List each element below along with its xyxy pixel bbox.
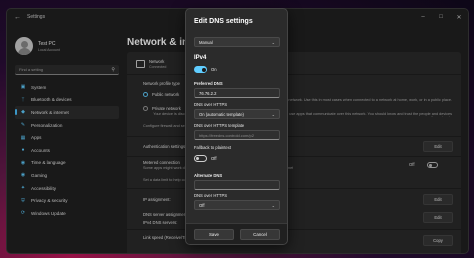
doh-value: On (automatic template)	[199, 111, 244, 117]
fallback-label: Fallback to plaintext	[194, 145, 232, 150]
save-button[interactable]: Save	[194, 229, 234, 240]
fallback-toggle[interactable]	[194, 155, 207, 162]
preferred-dns-input[interactable]: 76.76.2.2	[194, 88, 280, 98]
dialog-footer: Save Cancel	[186, 223, 287, 244]
doh-label: DNS over HTTPS	[194, 102, 228, 107]
chevron-down-icon: ⌄	[271, 39, 275, 45]
preferred-dns-value: 76.76.2.2	[199, 90, 217, 96]
dns-mode-value: Manual	[199, 39, 213, 45]
doh-select[interactable]: On (automatic template) ⌄	[194, 109, 280, 119]
ipv4-toggle[interactable]	[194, 66, 207, 73]
chevron-down-icon: ⌄	[271, 202, 275, 208]
ipv4-heading: IPv4	[194, 55, 207, 61]
alt-doh-select[interactable]: Off ⌄	[194, 200, 280, 210]
cancel-button[interactable]: Cancel	[240, 229, 280, 240]
chevron-down-icon: ⌄	[271, 111, 275, 117]
preferred-dns-label: Preferred DNS	[194, 81, 223, 86]
doh-template-input[interactable]: https://freedns.controld.com/p2	[194, 130, 280, 140]
dns-mode-select[interactable]: Manual ⌄	[194, 37, 280, 47]
fallback-toggle-state: Off	[211, 156, 217, 161]
dialog-title: Edit DNS settings	[194, 18, 253, 25]
ipv4-toggle-state: On	[211, 67, 217, 72]
alt-doh-label: DNS over HTTPS	[194, 193, 228, 198]
edit-dns-dialog: Edit DNS settings Manual ⌄ IPv4 On Prefe…	[185, 8, 288, 245]
alternate-dns-input[interactable]	[194, 180, 280, 190]
alt-doh-value: Off	[199, 202, 205, 208]
doh-template-value: https://freedns.controld.com/p2	[199, 132, 254, 138]
doh-template-label: DNS over HTTPS template	[194, 123, 245, 128]
alternate-dns-label: Alternate DNS	[194, 173, 223, 178]
